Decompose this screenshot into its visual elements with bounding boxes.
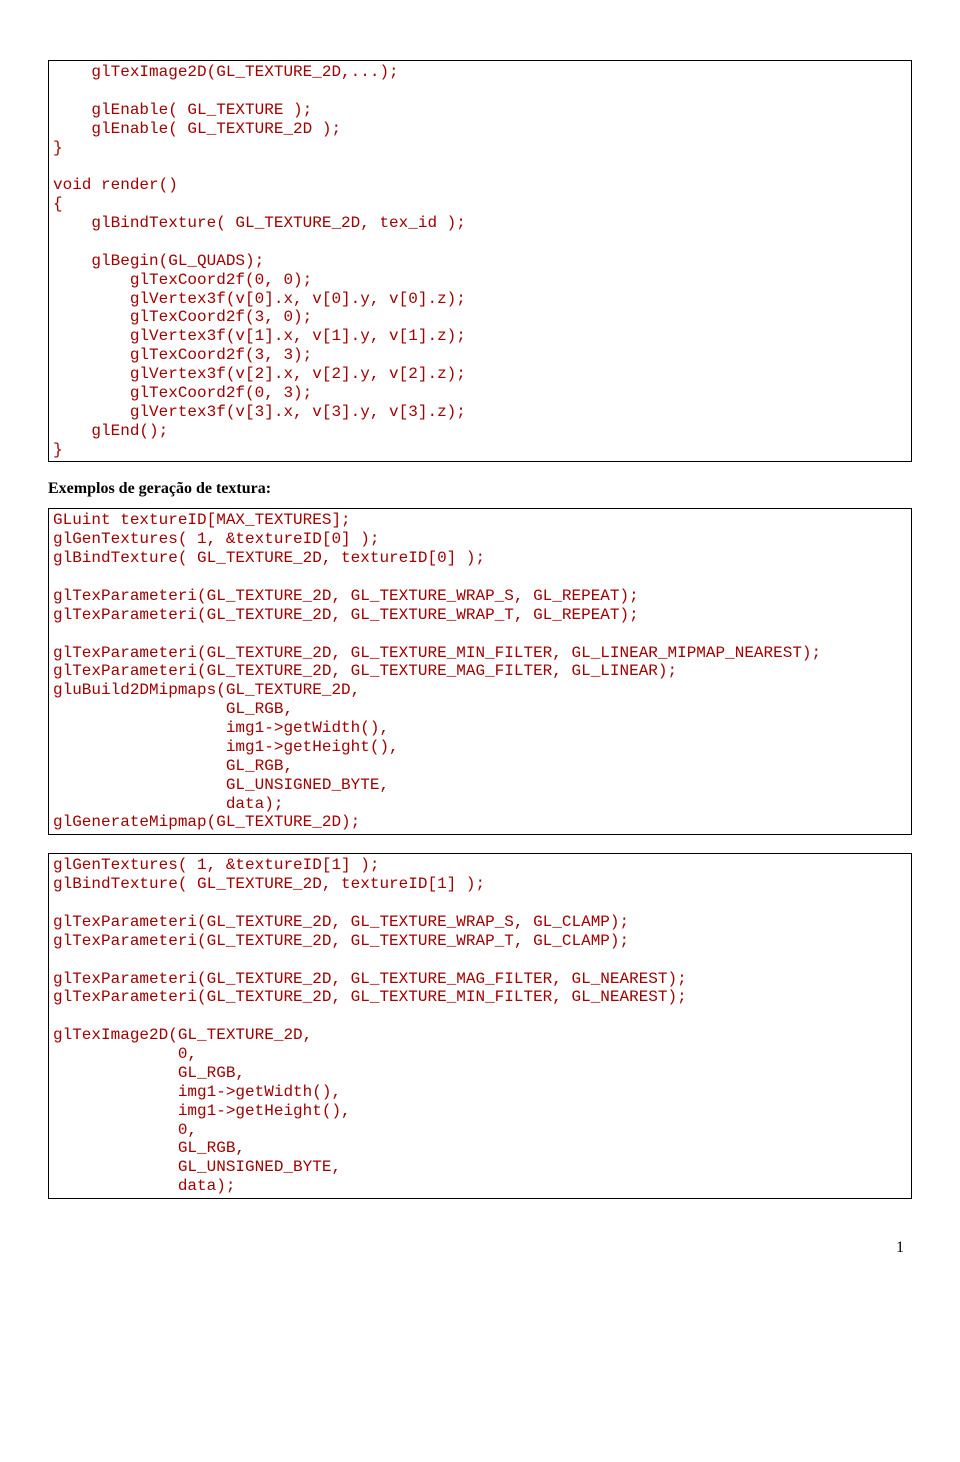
page-number: 1 [48, 1239, 912, 1257]
section-heading: Exemplos de geração de textura: [48, 480, 912, 498]
code-block-3: glGenTextures( 1, &textureID[1] ); glBin… [48, 853, 912, 1199]
code-block-1: glTexImage2D(GL_TEXTURE_2D,...); glEnabl… [48, 60, 912, 462]
code-block-2: GLuint textureID[MAX_TEXTURES]; glGenTex… [48, 508, 912, 835]
